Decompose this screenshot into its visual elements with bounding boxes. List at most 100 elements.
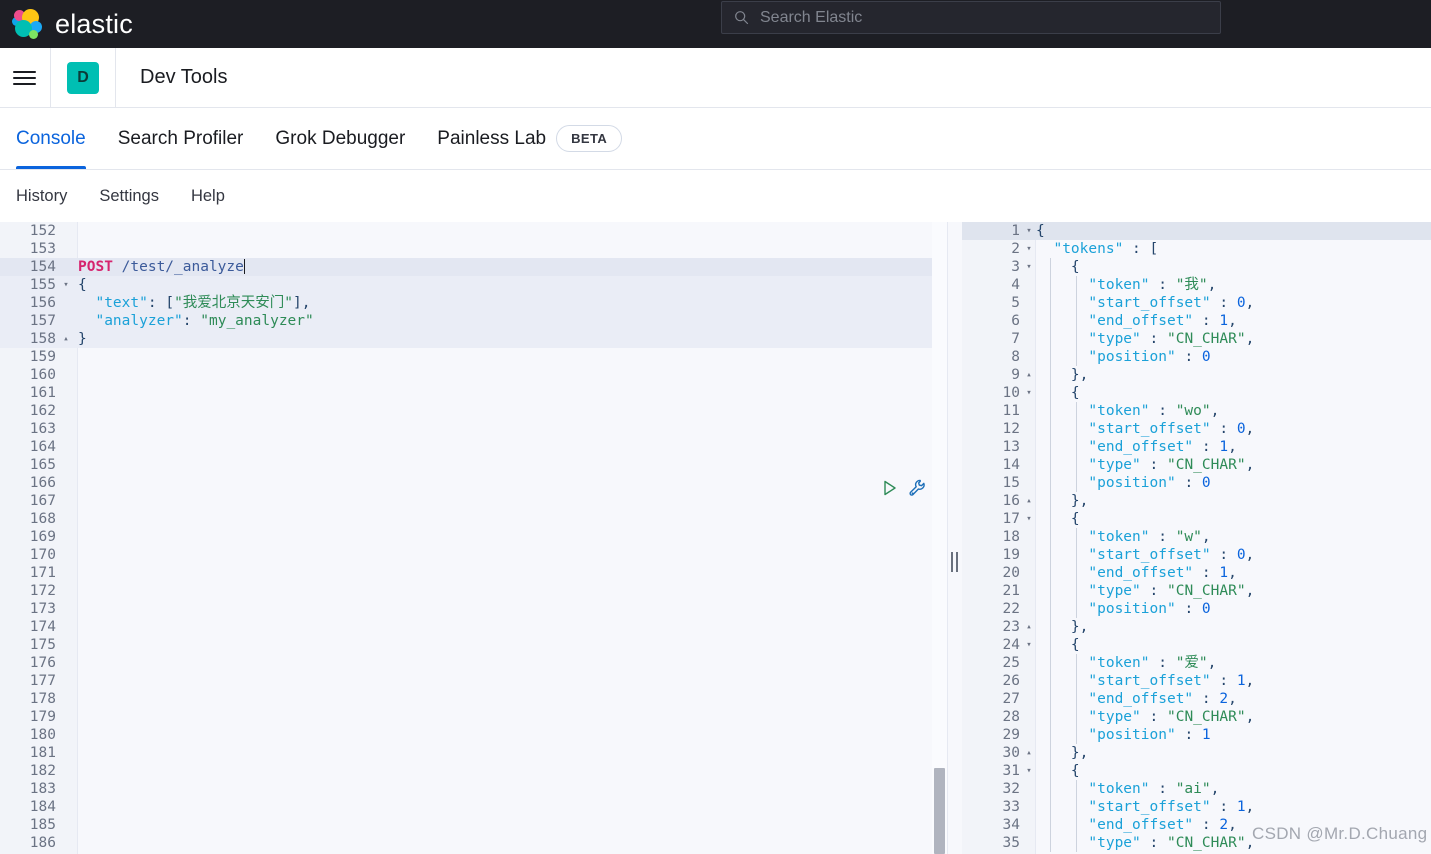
request-line-183[interactable]: 183 bbox=[0, 780, 947, 798]
request-line-154[interactable]: 154 POST /test/_analyze bbox=[0, 258, 947, 276]
response-line-3[interactable]: 3 ▾ { bbox=[962, 258, 1431, 276]
request-editor-panel[interactable]: 152 153 154 POST /test/_analyze 155 ▾ {156 "te… bbox=[0, 222, 948, 854]
elastic-brand[interactable]: elastic bbox=[10, 0, 133, 48]
request-line-162[interactable]: 162 bbox=[0, 402, 947, 420]
response-line-32[interactable]: 32 "token" : "ai", bbox=[962, 780, 1431, 798]
request-line-170[interactable]: 170 bbox=[0, 546, 947, 564]
response-code-lines[interactable]: 1 ▾{2 ▾ "tokens" : [3 ▾ {4 "token" : "我", 5 … bbox=[962, 222, 1431, 854]
request-line-179[interactable]: 179 bbox=[0, 708, 947, 726]
tab-console[interactable]: Console bbox=[0, 108, 102, 169]
response-line-6[interactable]: 6 "end_offset" : 1, bbox=[962, 312, 1431, 330]
fold-toggle-icon[interactable]: ▾ bbox=[1024, 510, 1034, 528]
request-line-180[interactable]: 180 bbox=[0, 726, 947, 744]
wrench-settings-icon[interactable] bbox=[908, 478, 928, 498]
response-line-11[interactable]: 11 "token" : "wo", bbox=[962, 402, 1431, 420]
response-line-23[interactable]: 23 ▴ }, bbox=[962, 618, 1431, 636]
fold-toggle-icon[interactable]: ▾ bbox=[1024, 384, 1034, 402]
request-line-181[interactable]: 181 bbox=[0, 744, 947, 762]
request-line-158[interactable]: 158 ▴} bbox=[0, 330, 947, 348]
panel-resize-handle[interactable] bbox=[948, 222, 962, 854]
request-line-152[interactable]: 152 bbox=[0, 222, 947, 240]
request-line-169[interactable]: 169 bbox=[0, 528, 947, 546]
request-line-174[interactable]: 174 bbox=[0, 618, 947, 636]
request-line-175[interactable]: 175 bbox=[0, 636, 947, 654]
global-search-bar[interactable] bbox=[721, 1, 1221, 34]
fold-toggle-icon[interactable]: ▾ bbox=[61, 276, 71, 294]
response-line-30[interactable]: 30 ▴ }, bbox=[962, 744, 1431, 762]
request-scrollbar-track[interactable] bbox=[932, 222, 947, 854]
fold-toggle-icon[interactable]: ▾ bbox=[1024, 258, 1034, 276]
fold-toggle-icon[interactable]: ▾ bbox=[1024, 636, 1034, 654]
tab-grok-debugger[interactable]: Grok Debugger bbox=[259, 108, 421, 169]
request-line-186[interactable]: 186 bbox=[0, 834, 947, 852]
response-line-31[interactable]: 31 ▾ { bbox=[962, 762, 1431, 780]
request-action-buttons[interactable] bbox=[880, 478, 928, 498]
response-line-21[interactable]: 21 "type" : "CN_CHAR", bbox=[962, 582, 1431, 600]
request-code-lines[interactable]: 152 153 154 POST /test/_analyze 155 ▾ {156 "te… bbox=[0, 222, 947, 854]
response-line-8[interactable]: 8 "position" : 0 bbox=[962, 348, 1431, 366]
request-line-163[interactable]: 163 bbox=[0, 420, 947, 438]
request-line-160[interactable]: 160 bbox=[0, 366, 947, 384]
request-line-176[interactable]: 176 bbox=[0, 654, 947, 672]
response-line-12[interactable]: 12 "start_offset" : 0, bbox=[962, 420, 1431, 438]
tab-search-profiler[interactable]: Search Profiler bbox=[102, 108, 260, 169]
request-line-155[interactable]: 155 ▾ { bbox=[0, 276, 947, 294]
response-line-29[interactable]: 29 "position" : 1 bbox=[962, 726, 1431, 744]
submenu-item-history[interactable]: History bbox=[14, 183, 69, 210]
submenu-item-help[interactable]: Help bbox=[189, 183, 227, 210]
response-line-5[interactable]: 5 "start_offset" : 0, bbox=[962, 294, 1431, 312]
request-scrollbar-thumb[interactable] bbox=[934, 768, 945, 854]
response-line-16[interactable]: 16 ▴ }, bbox=[962, 492, 1431, 510]
response-line-18[interactable]: 18 "token" : "w", bbox=[962, 528, 1431, 546]
request-line-165[interactable]: 165 bbox=[0, 456, 947, 474]
submenu-item-settings[interactable]: Settings bbox=[97, 183, 161, 210]
request-line-185[interactable]: 185 bbox=[0, 816, 947, 834]
response-line-13[interactable]: 13 "end_offset" : 1, bbox=[962, 438, 1431, 456]
response-line-7[interactable]: 7 "type" : "CN_CHAR", bbox=[962, 330, 1431, 348]
tab-painless-lab[interactable]: Painless Lab BETA bbox=[421, 108, 638, 169]
fold-toggle-icon[interactable]: ▴ bbox=[1024, 492, 1034, 510]
response-line-17[interactable]: 17 ▾ { bbox=[962, 510, 1431, 528]
response-line-28[interactable]: 28 "type" : "CN_CHAR", bbox=[962, 708, 1431, 726]
response-line-27[interactable]: 27 "end_offset" : 2, bbox=[962, 690, 1431, 708]
response-line-20[interactable]: 20 "end_offset" : 1, bbox=[962, 564, 1431, 582]
response-line-22[interactable]: 22 "position" : 0 bbox=[962, 600, 1431, 618]
request-line-177[interactable]: 177 bbox=[0, 672, 947, 690]
fold-toggle-icon[interactable]: ▴ bbox=[1024, 618, 1034, 636]
response-line-9[interactable]: 9 ▴ }, bbox=[962, 366, 1431, 384]
request-line-166[interactable]: 166 bbox=[0, 474, 947, 492]
response-line-1[interactable]: 1 ▾{ bbox=[962, 222, 1431, 240]
request-line-171[interactable]: 171 bbox=[0, 564, 947, 582]
response-line-2[interactable]: 2 ▾ "tokens" : [ bbox=[962, 240, 1431, 258]
request-line-173[interactable]: 173 bbox=[0, 600, 947, 618]
fold-toggle-icon[interactable]: ▾ bbox=[1024, 762, 1034, 780]
search-input[interactable] bbox=[760, 8, 1220, 27]
fold-toggle-icon[interactable]: ▴ bbox=[1024, 366, 1034, 384]
request-line-156[interactable]: 156 "text": ["我爱北京天安门"], bbox=[0, 294, 947, 312]
response-line-26[interactable]: 26 "start_offset" : 1, bbox=[962, 672, 1431, 690]
response-line-19[interactable]: 19 "start_offset" : 0, bbox=[962, 546, 1431, 564]
response-line-35[interactable]: 35 "type" : "CN_CHAR", bbox=[962, 834, 1431, 852]
request-line-168[interactable]: 168 bbox=[0, 510, 947, 528]
hamburger-menu-icon[interactable] bbox=[13, 66, 37, 90]
request-line-159[interactable]: 159 bbox=[0, 348, 947, 366]
response-output-panel[interactable]: 1 ▾{2 ▾ "tokens" : [3 ▾ {4 "token" : "我", 5 … bbox=[962, 222, 1431, 854]
response-line-33[interactable]: 33 "start_offset" : 1, bbox=[962, 798, 1431, 816]
fold-toggle-icon[interactable]: ▴ bbox=[61, 330, 71, 348]
response-line-10[interactable]: 10 ▾ { bbox=[962, 384, 1431, 402]
fold-toggle-icon[interactable]: ▴ bbox=[1024, 744, 1034, 762]
play-request-icon[interactable] bbox=[880, 478, 900, 498]
fold-toggle-icon[interactable]: ▾ bbox=[1024, 222, 1034, 240]
response-line-24[interactable]: 24 ▾ { bbox=[962, 636, 1431, 654]
request-line-172[interactable]: 172 bbox=[0, 582, 947, 600]
request-line-182[interactable]: 182 bbox=[0, 762, 947, 780]
request-line-161[interactable]: 161 bbox=[0, 384, 947, 402]
response-line-34[interactable]: 34 "end_offset" : 2, bbox=[962, 816, 1431, 834]
response-line-25[interactable]: 25 "token" : "爱", bbox=[962, 654, 1431, 672]
response-line-15[interactable]: 15 "position" : 0 bbox=[962, 474, 1431, 492]
response-line-4[interactable]: 4 "token" : "我", bbox=[962, 276, 1431, 294]
request-line-178[interactable]: 178 bbox=[0, 690, 947, 708]
request-line-153[interactable]: 153 bbox=[0, 240, 947, 258]
request-line-184[interactable]: 184 bbox=[0, 798, 947, 816]
request-line-157[interactable]: 157 "analyzer": "my_analyzer" bbox=[0, 312, 947, 330]
